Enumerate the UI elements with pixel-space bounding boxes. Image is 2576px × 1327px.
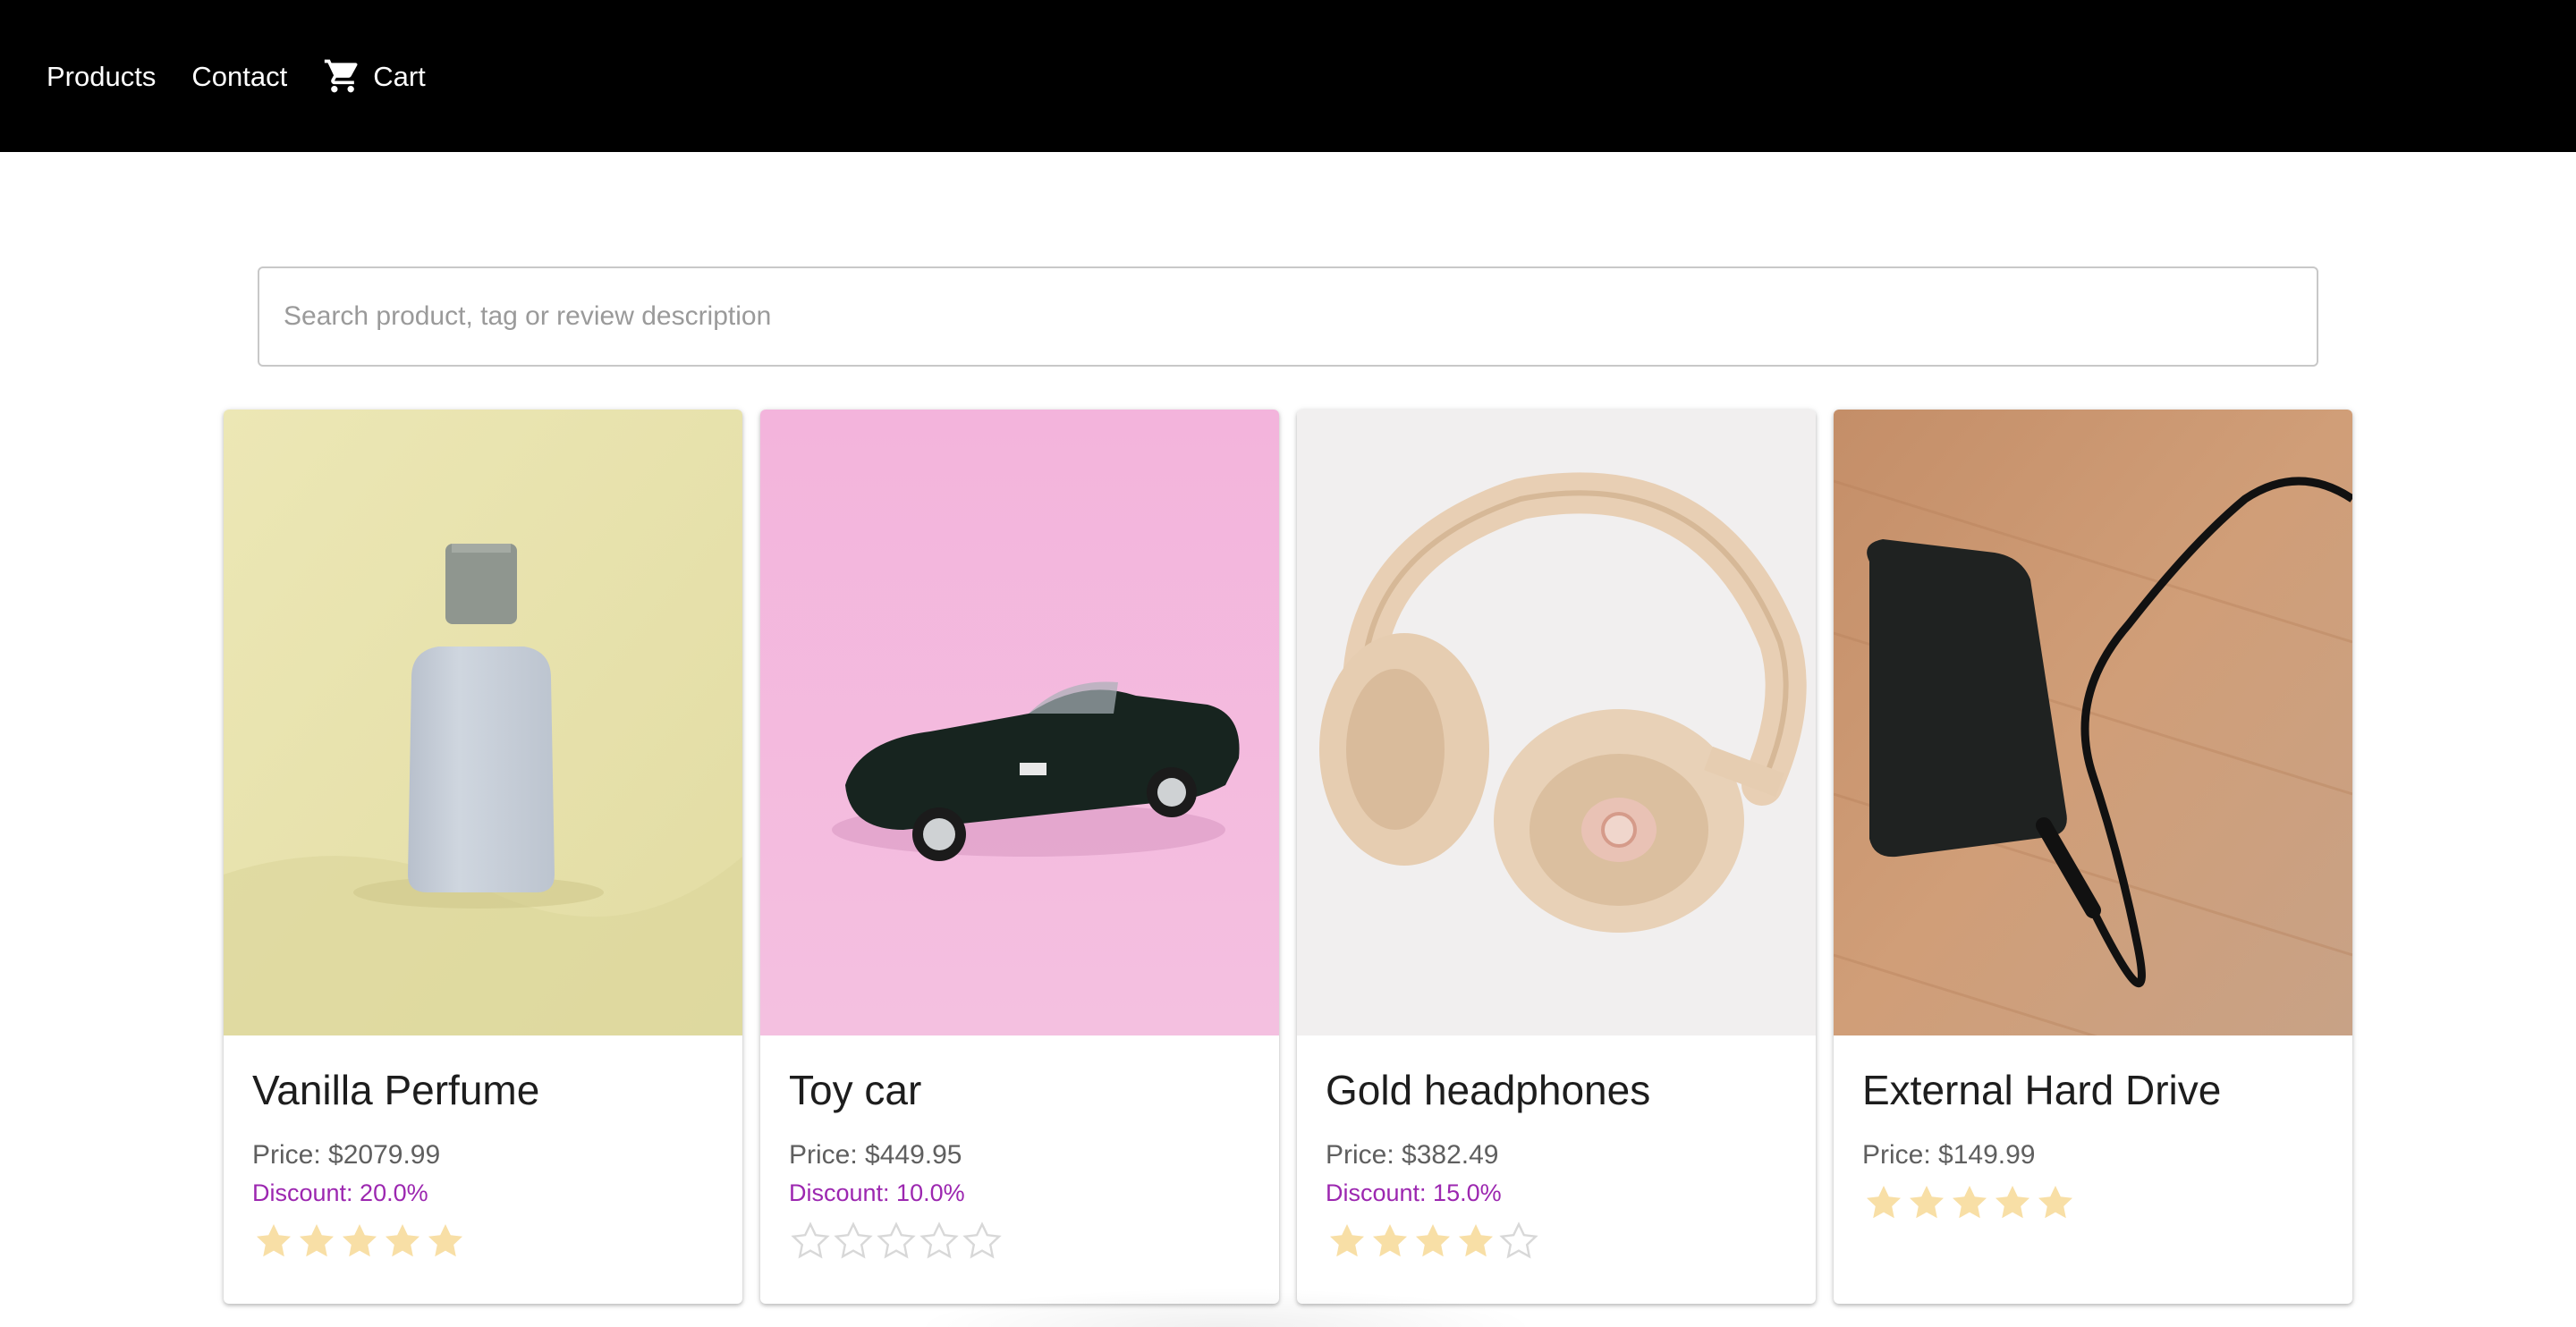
product-grid: Vanilla Perfume Price: $2079.99 Discount… xyxy=(224,410,2352,1304)
nav-products-link[interactable]: Products xyxy=(47,63,156,90)
star-empty-icon xyxy=(834,1221,873,1259)
product-price: Price: $449.95 xyxy=(789,1139,962,1170)
product-card[interactable]: Vanilla Perfume Price: $2079.99 Discount… xyxy=(224,410,742,1304)
nav-products-label: Products xyxy=(47,60,157,92)
nav-contact-link[interactable]: Contact xyxy=(191,63,287,90)
star-filled-icon xyxy=(1953,1185,1987,1218)
star-empty-icon xyxy=(962,1221,1002,1259)
product-price: Price: $149.99 xyxy=(1862,1139,2036,1170)
product-title: Gold headphones xyxy=(1326,1067,1651,1113)
headphones-image xyxy=(1297,410,1816,1035)
star-filled-icon xyxy=(1867,1185,1901,1218)
product-price: Price: $2079.99 xyxy=(252,1139,441,1170)
nav-cart-label: Cart xyxy=(373,60,426,92)
product-price: Price: $382.49 xyxy=(1326,1139,1499,1170)
product-title: External Hard Drive xyxy=(1862,1067,2222,1113)
star-filled-icon xyxy=(2038,1185,2072,1218)
star-filled-icon xyxy=(386,1223,419,1256)
product-card[interactable]: Gold headphones Price: $382.49 Discount:… xyxy=(1297,410,1816,1304)
star-empty-icon xyxy=(1499,1221,1538,1259)
product-discount: Discount: 10.0% xyxy=(789,1179,965,1206)
star-filled-icon xyxy=(300,1223,334,1256)
search-box xyxy=(258,266,2318,367)
rating-stars xyxy=(1862,1181,2324,1224)
product-discount: Discount: 15.0% xyxy=(1326,1179,1502,1206)
top-app-bar: Products Contact Cart xyxy=(0,0,2576,152)
shopping-cart-icon xyxy=(325,59,358,93)
star-filled-icon xyxy=(1996,1185,2029,1218)
nav-cart-link[interactable]: Cart xyxy=(323,56,426,96)
star-empty-icon xyxy=(919,1221,959,1259)
star-filled-icon xyxy=(1910,1185,1944,1218)
toy-car-image xyxy=(760,410,1279,1035)
perfume-bottle-image xyxy=(224,410,742,1035)
product-discount: Discount: 20.0% xyxy=(252,1179,428,1206)
star-empty-icon xyxy=(791,1221,830,1259)
star-filled-icon xyxy=(428,1223,462,1256)
star-filled-icon xyxy=(257,1223,291,1256)
product-title: Toy car xyxy=(789,1067,922,1113)
product-card[interactable]: Toy car Price: $449.95 Discount: 10.0% xyxy=(760,410,1279,1304)
search-input[interactable] xyxy=(259,268,2317,365)
star-empty-icon xyxy=(877,1221,916,1259)
product-title: Vanilla Perfume xyxy=(252,1067,540,1113)
rating-stars xyxy=(1326,1220,1787,1263)
star-filled-icon xyxy=(1330,1223,1364,1256)
rating-stars xyxy=(252,1220,714,1263)
nav-contact-label: Contact xyxy=(191,60,288,92)
hard-drive-image xyxy=(1834,410,2352,1035)
star-filled-icon xyxy=(1459,1223,1493,1256)
rating-stars xyxy=(789,1220,1250,1263)
product-card[interactable]: External Hard Drive Price: $149.99 xyxy=(1834,410,2352,1304)
star-filled-icon xyxy=(1373,1223,1407,1256)
star-filled-icon xyxy=(1416,1223,1450,1256)
star-filled-icon xyxy=(343,1223,377,1256)
bottom-shadow xyxy=(912,1288,1538,1327)
